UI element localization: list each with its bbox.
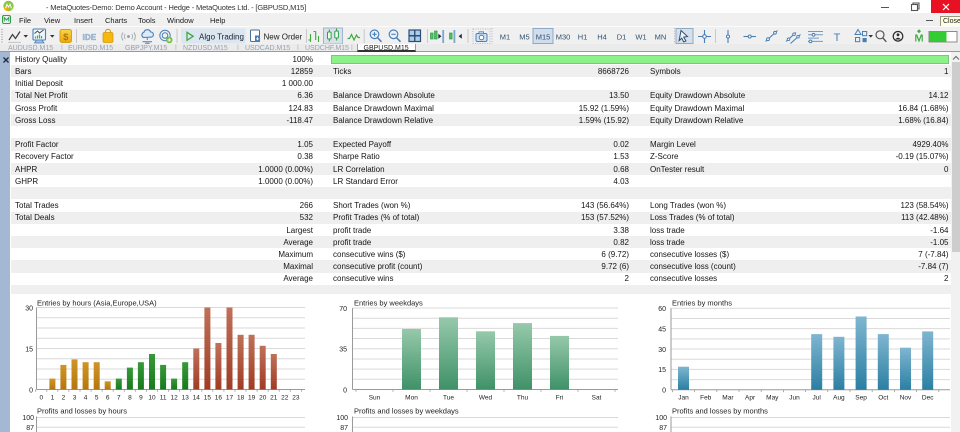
svg-text:IDE: IDE xyxy=(83,33,97,42)
svg-text:Entries by months: Entries by months xyxy=(672,299,732,308)
svg-text:87: 87 xyxy=(26,425,34,432)
svg-text:Nov: Nov xyxy=(900,394,912,401)
svg-text:Fri: Fri xyxy=(556,394,564,401)
svg-text:Wed: Wed xyxy=(479,394,493,401)
svg-text:M30: M30 xyxy=(556,32,571,41)
svg-text:11: 11 xyxy=(160,394,167,401)
svg-text:May: May xyxy=(766,394,779,401)
svg-text:30: 30 xyxy=(25,305,33,312)
svg-text:Oct: Oct xyxy=(878,394,888,401)
svg-text:Thu: Thu xyxy=(517,394,529,401)
svg-text:3: 3 xyxy=(73,394,77,401)
svg-text:100: 100 xyxy=(336,415,348,422)
svg-text:21: 21 xyxy=(270,394,278,401)
svg-text:2: 2 xyxy=(62,394,66,401)
svg-text:15: 15 xyxy=(204,394,212,401)
svg-text:MN: MN xyxy=(655,32,667,41)
svg-text:$: $ xyxy=(63,32,69,43)
svg-text:T: T xyxy=(834,32,841,44)
svg-text:0: 0 xyxy=(29,387,33,394)
svg-text:16: 16 xyxy=(215,394,223,401)
svg-text:9: 9 xyxy=(139,394,143,401)
svg-text:100: 100 xyxy=(655,415,667,422)
svg-text:Entries by weekdays: Entries by weekdays xyxy=(354,299,423,308)
svg-text:Sun: Sun xyxy=(369,394,381,401)
svg-text:35: 35 xyxy=(339,347,347,354)
svg-text:Sat: Sat xyxy=(592,394,602,401)
svg-text:100: 100 xyxy=(22,415,34,422)
svg-text:New Order: New Order xyxy=(264,32,303,41)
svg-text:60: 60 xyxy=(658,306,666,313)
svg-text:22: 22 xyxy=(281,394,289,401)
svg-text:Jan: Jan xyxy=(678,394,689,401)
svg-text:Apr: Apr xyxy=(745,394,756,401)
svg-text:19: 19 xyxy=(248,394,256,401)
svg-text:5: 5 xyxy=(95,394,99,401)
svg-text:H1: H1 xyxy=(578,32,588,41)
svg-text:Sep: Sep xyxy=(855,394,867,401)
svg-text:0: 0 xyxy=(39,394,43,401)
svg-text:Profits and losses by hours: Profits and losses by hours xyxy=(37,407,127,416)
svg-text:0: 0 xyxy=(343,387,347,394)
svg-text:Aug: Aug xyxy=(833,394,845,401)
svg-text:Jul: Jul xyxy=(813,394,822,401)
svg-text:M1: M1 xyxy=(500,32,510,41)
svg-text:20: 20 xyxy=(259,394,267,401)
svg-text:Profits and losses by months: Profits and losses by months xyxy=(672,407,768,416)
svg-text:8: 8 xyxy=(128,394,132,401)
svg-text:7: 7 xyxy=(117,394,121,401)
svg-text:45: 45 xyxy=(658,327,666,334)
svg-text:1: 1 xyxy=(51,394,55,401)
svg-text:10: 10 xyxy=(148,394,156,401)
svg-text:D1: D1 xyxy=(617,32,627,41)
svg-text:4: 4 xyxy=(84,394,88,401)
svg-text:M5: M5 xyxy=(519,32,529,41)
svg-text:23: 23 xyxy=(292,394,300,401)
svg-text:18: 18 xyxy=(237,394,245,401)
svg-text:Jun: Jun xyxy=(789,394,800,401)
svg-text:W1: W1 xyxy=(635,32,646,41)
svg-text:6: 6 xyxy=(106,394,110,401)
svg-text:0: 0 xyxy=(662,388,666,395)
svg-text:13: 13 xyxy=(182,394,190,401)
svg-text:87: 87 xyxy=(340,425,348,432)
svg-text:Feb: Feb xyxy=(700,394,712,401)
svg-text:Dec: Dec xyxy=(922,394,934,401)
svg-text:17: 17 xyxy=(226,394,234,401)
svg-text:Mar: Mar xyxy=(722,394,734,401)
svg-text:12: 12 xyxy=(170,394,178,401)
svg-text:Entries by hours (Asia,Europe,: Entries by hours (Asia,Europe,USA) xyxy=(37,299,157,308)
svg-text:70: 70 xyxy=(339,306,347,313)
svg-text:Tue: Tue xyxy=(443,394,454,401)
svg-text:Mon: Mon xyxy=(405,394,418,401)
svg-text:H4: H4 xyxy=(597,32,607,41)
svg-text:87: 87 xyxy=(659,425,667,432)
svg-text:14: 14 xyxy=(193,394,201,401)
svg-text:15: 15 xyxy=(25,346,33,353)
svg-text:Algo Trading: Algo Trading xyxy=(199,32,244,41)
svg-text:M15: M15 xyxy=(536,32,551,41)
svg-text:30: 30 xyxy=(658,347,666,354)
svg-text:Profits and losses by weekdays: Profits and losses by weekdays xyxy=(354,407,459,416)
svg-text:15: 15 xyxy=(658,367,666,374)
